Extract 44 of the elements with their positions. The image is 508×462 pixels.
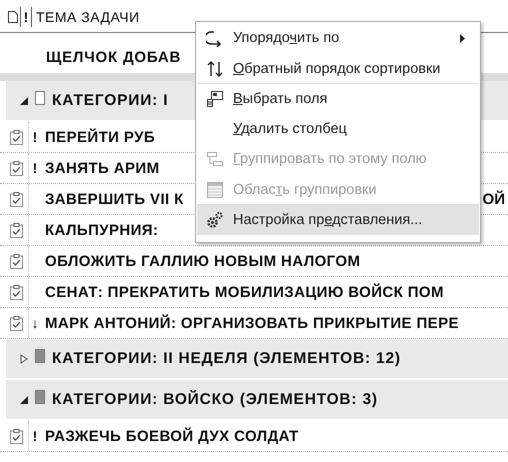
- priority-mark: !: [32, 160, 38, 176]
- task-icon: [10, 222, 22, 238]
- task-subject[interactable]: ОБЛОЖИТЬ ГАЛЛИЮ НОВЫМ НАЛОГОМ: [41, 252, 360, 270]
- group-label: КАТЕГОРИИ: II НЕДЕЛЯ (ЭЛЕМЕНТОВ: 12): [52, 350, 401, 368]
- submenu-arrow-icon: [460, 34, 465, 42]
- task-subject[interactable]: РАЗЖЕЧЬ БОЕВОЙ ДУХ СОЛДАТ: [41, 428, 299, 444]
- menu-item[interactable]: Удалить столбец: [197, 114, 479, 144]
- priority-mark: !: [32, 129, 38, 145]
- field-chooser-icon: [206, 90, 224, 108]
- gears-icon: [206, 211, 224, 229]
- collapse-triangle-icon[interactable]: [20, 96, 28, 104]
- task-icon: [10, 254, 22, 268]
- task-icon: [10, 428, 22, 444]
- task-subject[interactable]: ЗАВЕРШИТЬ VII К: [41, 190, 184, 208]
- up-down-arrows-icon: [206, 60, 224, 78]
- curved-arrow-icon: [206, 29, 224, 47]
- group-label: КАТЕГОРИИ: I: [52, 92, 168, 110]
- task-icon: [10, 284, 22, 300]
- priority-mark: !: [32, 428, 38, 444]
- subject-column-header[interactable]: ТЕМА ЗАДАЧИ: [32, 9, 140, 25]
- menu-item[interactable]: Обратный порядок сортировки: [197, 53, 479, 84]
- priority-mark: ↓: [32, 315, 38, 331]
- task-icon: [10, 130, 22, 144]
- task-subject[interactable]: ЗАНЯТЬ АРИМ: [41, 160, 160, 176]
- task-subject-end: ОЙ: [482, 190, 505, 208]
- document-icon: [8, 11, 18, 23]
- menu-item[interactable]: Упорядочить по: [197, 23, 479, 53]
- group-header[interactable]: КАТЕГОРИИ: ВОЙСКО (ЭЛЕМЕНТОВ: 3): [6, 380, 508, 421]
- collapse-triangle-icon[interactable]: [20, 396, 28, 404]
- task-subject[interactable]: МАРК АНТОНИЙ: ОРГАНИЗОВАТЬ ПРИКРЫТИЕ ПЕРЕ: [41, 314, 459, 332]
- task-subject[interactable]: КАЛЬПУРНИЯ:: [41, 222, 158, 238]
- task-icon: [10, 192, 22, 206]
- panel-icon: [206, 180, 224, 198]
- menu-item[interactable]: Выбрать поля: [197, 84, 479, 114]
- task-icon: [10, 316, 22, 330]
- priority-column-header[interactable]: !: [21, 7, 32, 27]
- group-label: КАТЕГОРИИ: ВОЙСКО (ЭЛЕМЕНТОВ: 3): [52, 390, 378, 408]
- expand-triangle-icon[interactable]: [20, 354, 28, 364]
- task-icon: [10, 160, 22, 176]
- menu-item[interactable]: Настройка представления...: [197, 205, 479, 235]
- group-box-icon: [206, 150, 224, 168]
- task-subject[interactable]: СЕНАТ: ПРЕКРАТИТЬ МОБИЛИЗАЦИЮ ВОЙСК ПОМ: [41, 284, 444, 300]
- group-header[interactable]: КАТЕГОРИИ: II НЕДЕЛЯ (ЭЛЕМЕНТОВ: 12): [6, 339, 508, 380]
- task-subject[interactable]: ПЕРЕЙТИ РУБ: [41, 128, 156, 146]
